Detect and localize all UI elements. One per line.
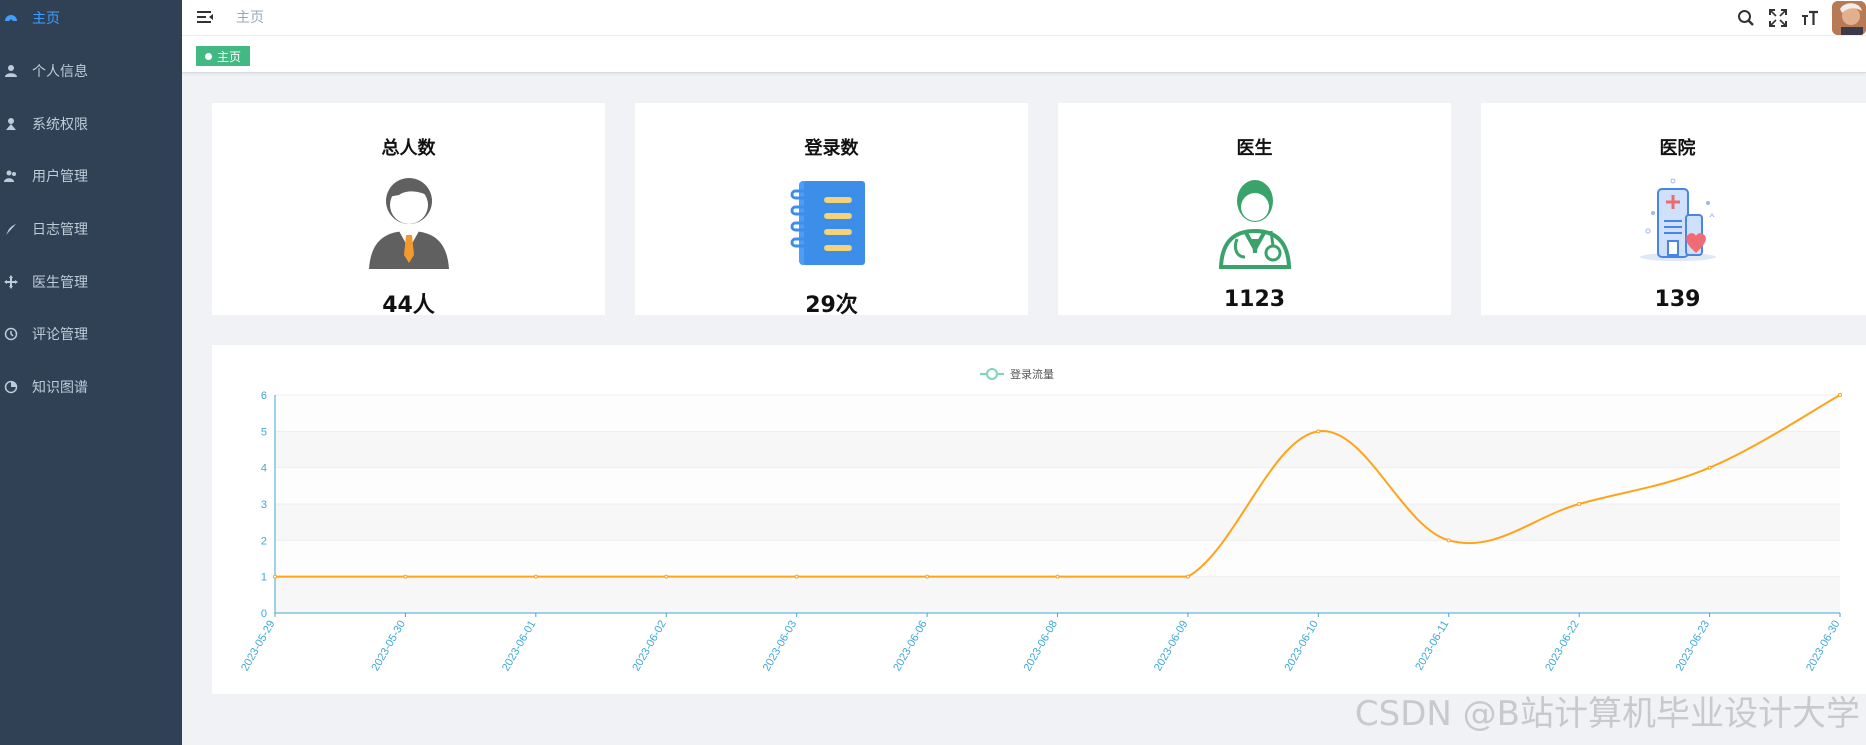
sidebar-item-knowledge-graph[interactable]: 知识图谱 [0, 367, 182, 407]
sidebar-item-profile[interactable]: 个人信息 [0, 51, 182, 91]
users-icon [4, 169, 18, 183]
split-area [275, 504, 1840, 541]
data-point [794, 574, 799, 579]
tag-label: 主页 [217, 49, 242, 64]
sidebar-item-home[interactable]: 主页 [0, 0, 182, 38]
sidebar-item-comments[interactable]: 评论管理 [0, 314, 182, 354]
x-tick-label: 2023-06-08 [1022, 619, 1061, 674]
hospital-icon [1628, 169, 1728, 269]
card-title: 医院 [1659, 138, 1696, 159]
x-tick-label: 2023-06-06 [891, 619, 930, 674]
login-traffic-chart: 0 1 2 3 4 5 6 2023-05-29 2023-05-30 2023-06-01 202… [239, 367, 1843, 674]
stat-card-total-users: 总人数 44人 [212, 103, 605, 318]
data-point [533, 574, 538, 579]
user-icon [4, 64, 18, 78]
clock-icon [4, 327, 18, 341]
split-area [275, 431, 1840, 468]
y-tick-label: 1 [261, 572, 267, 584]
split-area [275, 540, 1840, 577]
y-tick-label: 0 [261, 608, 267, 620]
x-tick-label: 2023-06-23 [1674, 619, 1713, 674]
stat-card-hospitals: 医院 139 [1481, 103, 1866, 315]
split-area [275, 467, 1840, 504]
y-tick-label: 4 [261, 463, 267, 475]
x-tick-label: 2023-06-09 [1152, 619, 1191, 674]
sidebar-item-permissions[interactable]: 系统权限 [0, 104, 182, 144]
sidebar-item-label: 知识图谱 [32, 380, 88, 396]
businessman-icon [359, 169, 459, 269]
x-tick-label: 2023-05-30 [369, 619, 408, 674]
y-tick-label: 6 [261, 390, 267, 402]
x-tick-label: 2023-06-02 [630, 619, 669, 674]
navbar: 主页 [182, 0, 1866, 36]
sidebar-item-logs[interactable]: 日志管理 [0, 209, 182, 249]
data-point [1446, 538, 1451, 543]
card-value: 139 [1654, 287, 1701, 312]
fullscreen-icon[interactable] [1768, 8, 1788, 28]
x-tick-label: 2023-06-30 [1804, 619, 1843, 674]
data-point [1185, 574, 1190, 579]
card-value: 1123 [1223, 287, 1286, 312]
data-point [1577, 502, 1582, 506]
watermark: CSDN @B站计算机毕业设计大学 [1354, 694, 1860, 734]
y-tick-label: 3 [261, 499, 267, 511]
stat-card-doctors: 医生 1123 [1058, 103, 1451, 315]
sidebar-item-label: 个人信息 [32, 64, 88, 80]
notebook-icon [782, 169, 882, 269]
sidebar-item-label: 日志管理 [32, 222, 88, 238]
x-tick-label: 2023-06-11 [1413, 619, 1451, 673]
move-arrows-icon [4, 275, 18, 289]
x-tick-label: 2023-06-22 [1543, 619, 1582, 674]
dashboard-icon [4, 11, 18, 25]
data-point [273, 574, 277, 579]
legend-label: 登录流量 [1010, 367, 1054, 381]
data-point [664, 574, 669, 579]
card-title: 登录数 [804, 138, 859, 159]
sidebar-item-doctors[interactable]: 医生管理 [0, 262, 182, 302]
card-title: 总人数 [381, 138, 436, 159]
data-point [1838, 393, 1842, 397]
x-tick-label: 2023-05-29 [239, 619, 278, 674]
sidebar-item-label: 主页 [32, 11, 60, 27]
tags-view: 主页 [182, 36, 1866, 73]
graph-icon [4, 380, 18, 394]
stat-card-logins: 登录数 29次 [635, 103, 1028, 318]
split-area [275, 395, 1840, 432]
card-value: 29次 [805, 293, 858, 318]
x-tick-label: 2023-06-01 [500, 619, 539, 674]
data-point [1316, 429, 1321, 434]
font-size-icon[interactable] [1800, 8, 1820, 28]
data-point [925, 574, 930, 579]
tag-home[interactable]: 主页 [196, 46, 251, 66]
doctor-icon [1205, 169, 1305, 269]
sidebar-item-label: 系统权限 [32, 117, 88, 133]
legend-marker [986, 368, 998, 380]
card-value: 44人 [382, 293, 435, 318]
sidebar: 主页 个人信息 系统权限 用户管理 日志管理 医生管理 评论管理 知识图谱 [0, 0, 182, 745]
hamburger-icon[interactable] [196, 8, 214, 26]
split-area [275, 576, 1840, 613]
active-dot-icon [205, 52, 212, 60]
card-title: 医生 [1236, 138, 1273, 159]
sidebar-item-users[interactable]: 用户管理 [0, 156, 182, 196]
login-traffic-chart-panel: 0 1 2 3 4 5 6 2023-05-29 2023-05-30 2023-06-01 202… [212, 345, 1866, 694]
permission-user-icon [4, 117, 18, 131]
feather-icon [4, 222, 18, 236]
y-tick-label: 5 [261, 426, 267, 438]
sidebar-item-label: 用户管理 [32, 169, 88, 185]
data-point [1055, 574, 1060, 579]
x-tick-label: 2023-06-10 [1282, 619, 1321, 674]
avatar[interactable] [1832, 1, 1866, 35]
sidebar-item-label: 评论管理 [32, 327, 88, 343]
breadcrumb: 主页 [236, 10, 264, 26]
data-point [403, 574, 408, 579]
x-tick-label: 2023-06-03 [761, 619, 800, 674]
y-tick-label: 2 [261, 535, 267, 547]
sidebar-item-label: 医生管理 [32, 275, 88, 291]
search-icon[interactable] [1736, 8, 1756, 28]
data-point [1707, 465, 1712, 470]
